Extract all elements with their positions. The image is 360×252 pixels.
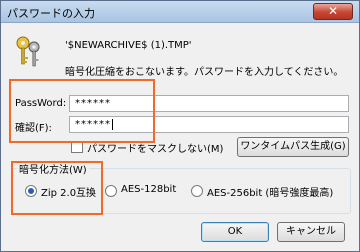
ok-button[interactable]: OK	[201, 222, 269, 242]
archive-name: '$NEWARCHIVE$ (1).TMP'	[65, 40, 192, 51]
window-title: パスワードの入力	[7, 7, 95, 20]
instruction-text: 暗号化圧縮をおこないます。パスワードを入力してください。	[65, 67, 344, 78]
password-dialog: パスワードの入力 ✕ '$NEWARCHIVE$ (1).TMP' 暗号化圧縮を…	[0, 0, 360, 252]
radio-button-aes128[interactable]	[105, 185, 117, 197]
radio-button-aes256[interactable]	[191, 185, 203, 197]
radio-label-aes256: AES-256bit (暗号強度最高)	[207, 188, 334, 199]
title-bar[interactable]: パスワードの入力 ✕	[1, 1, 359, 23]
onetime-password-button[interactable]: ワンタイムパス生成(G)	[237, 137, 349, 157]
radio-label-aes128: AES-128bit	[121, 184, 177, 195]
encryption-method-highlight	[11, 161, 103, 215]
password-fields-highlight	[9, 79, 155, 143]
cancel-button[interactable]: キャンセル	[277, 222, 345, 242]
keys-icon	[16, 36, 40, 67]
close-button[interactable]: ✕	[313, 3, 353, 20]
